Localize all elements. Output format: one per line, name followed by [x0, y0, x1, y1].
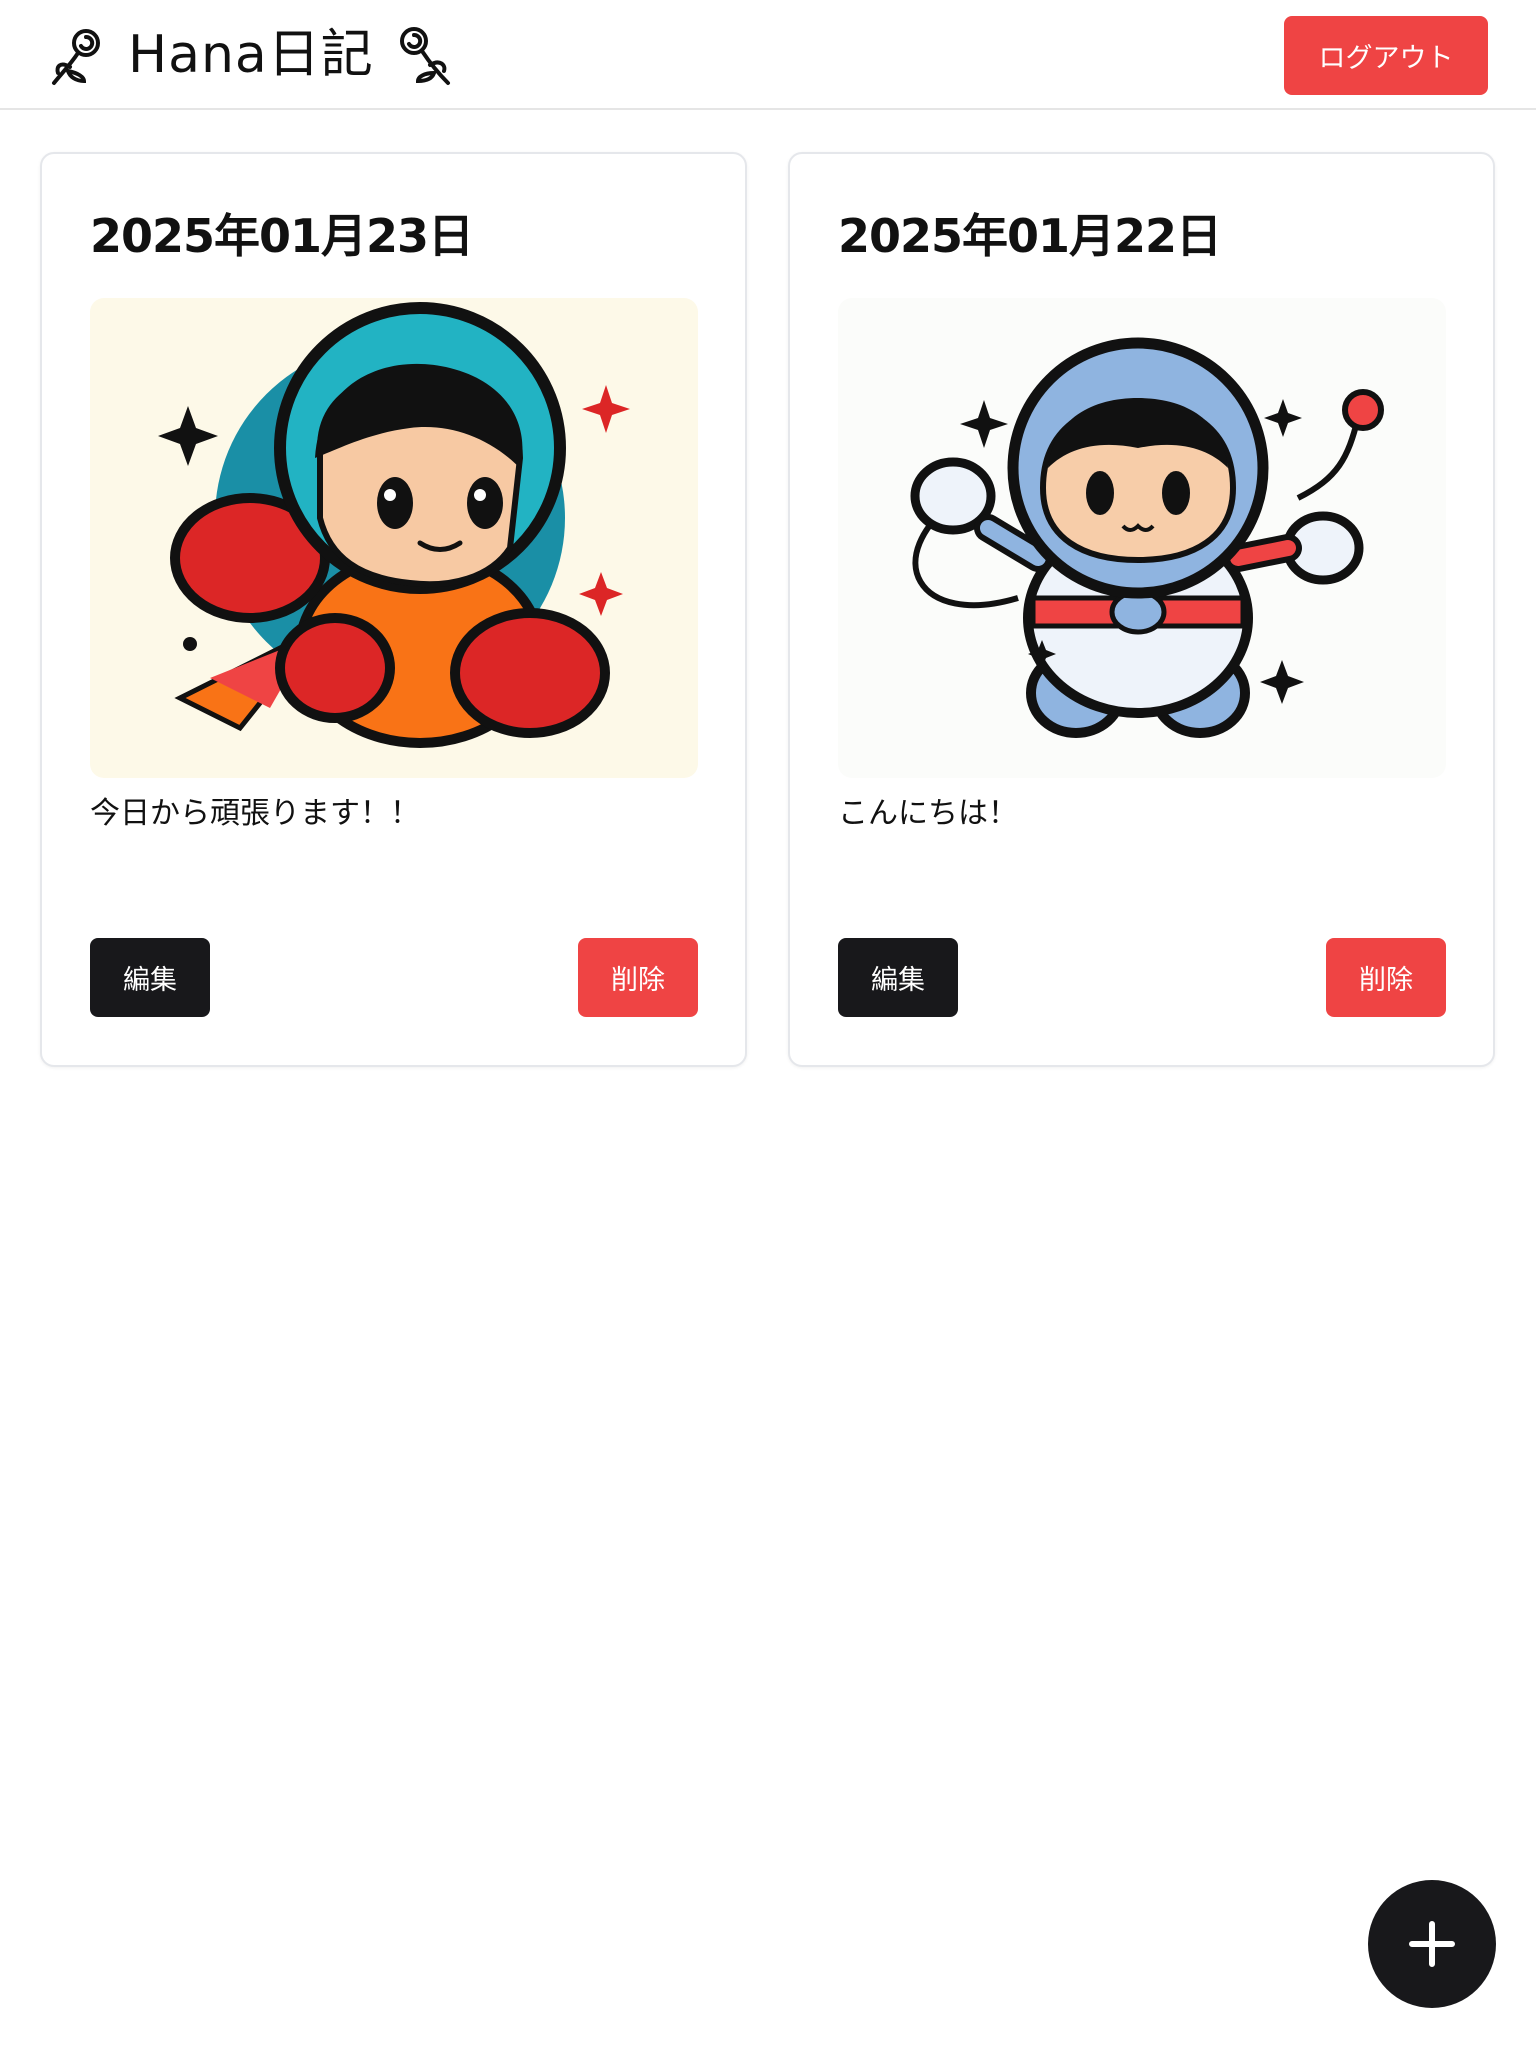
diary-card: 2025年01月23日 今日から頑張ります！！ 編集 削除 — [40, 152, 747, 1067]
app-header: Hana日記 ログアウト — [0, 0, 1536, 110]
entry-date: 2025年01月22日 — [838, 209, 1222, 263]
plus-icon — [1409, 1921, 1455, 1967]
entry-date: 2025年01月23日 — [90, 209, 474, 263]
brand: Hana日記 — [48, 22, 454, 88]
diary-card: 2025年01月22日 こんにちは！ 編集 削除 — [788, 152, 1495, 1067]
entry-text: 今日から頑張ります！！ — [90, 796, 420, 831]
delete-button[interactable]: 削除 — [1326, 938, 1446, 1017]
add-entry-button[interactable] — [1368, 1880, 1496, 2008]
logout-button[interactable]: ログアウト — [1284, 16, 1488, 95]
app-title: Hana日記 — [128, 25, 374, 85]
delete-button[interactable]: 削除 — [578, 938, 698, 1017]
flower-icon — [399, 27, 450, 85]
entry-image — [90, 298, 698, 778]
edit-button[interactable]: 編集 — [90, 938, 210, 1017]
entry-image — [838, 298, 1446, 778]
astronaut-illustration — [90, 298, 698, 778]
flower-icon — [52, 29, 100, 85]
entry-text: こんにちは！ — [838, 796, 1018, 831]
edit-button[interactable]: 編集 — [838, 938, 958, 1017]
astronaut-illustration — [838, 298, 1446, 778]
